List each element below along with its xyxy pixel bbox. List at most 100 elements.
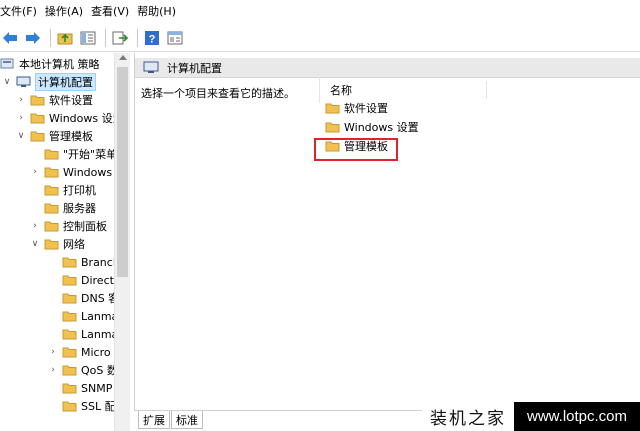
column-separator[interactable] (486, 81, 487, 99)
tree-item-branchcache[interactable]: Branch (62, 253, 120, 271)
chevron-right-icon[interactable]: › (48, 361, 58, 379)
tree-item-directaccess[interactable]: Direct (62, 271, 114, 289)
list-item-windows-settings[interactable]: Windows 设置 (325, 118, 419, 136)
export-list-icon[interactable] (110, 28, 130, 48)
tree-item-label: Windows 设置 (49, 112, 124, 125)
folder-icon (44, 203, 59, 214)
tree-item-label: Windows (63, 165, 113, 179)
tree-item-label: 管理模板 (49, 130, 93, 143)
details-header-title: 计算机配置 (167, 61, 222, 75)
tree-item-label: 控制面板 (63, 220, 107, 233)
tree-item-start-menu[interactable]: "开始"菜单 (44, 145, 117, 163)
folder-icon (44, 185, 59, 196)
tree-scrollbar[interactable] (114, 53, 130, 431)
tree-item-printers[interactable]: 打印机 (44, 181, 96, 199)
menu-file[interactable]: 文件(F) (0, 0, 43, 24)
column-header-label: 名称 (330, 84, 352, 97)
folder-icon (62, 329, 77, 340)
chevron-right-icon[interactable]: › (30, 217, 40, 235)
tree-item-label: SSL 配 (81, 400, 116, 413)
menu-help[interactable]: 帮助(H) (135, 0, 182, 24)
chevron-right-icon[interactable]: › (16, 109, 26, 127)
highlight-annotation-box (314, 138, 398, 161)
folder-icon (62, 347, 77, 358)
tree-item-label: 计算机配置 (35, 73, 96, 91)
policy-icon (0, 58, 14, 69)
computer-icon (143, 61, 159, 73)
tree-item-dns-client[interactable]: DNS 客 (62, 289, 119, 307)
tree-item-snmp[interactable]: SNMP (62, 379, 112, 397)
description-text: 选择一个项目来查看它的描述。 (141, 87, 295, 100)
folder-icon (325, 122, 340, 133)
tree-item-label: 打印机 (63, 184, 96, 197)
chevron-right-icon[interactable]: › (30, 163, 40, 181)
tree-pane: 本地计算机 策略 ∨ 计算机配置 › 软件设置 › Windows 设置 ∨ 管… (0, 53, 130, 431)
folder-icon (62, 383, 77, 394)
tree-item-label: Direct (81, 273, 114, 287)
folder-icon (30, 131, 45, 142)
watermark-right: www.lotpc.com (514, 402, 640, 431)
tree-item-computer-config[interactable]: ∨ 计算机配置 (2, 73, 96, 91)
chevron-down-icon[interactable]: ∨ (2, 73, 12, 91)
tree-item-windows-settings[interactable]: › Windows 设置 (16, 109, 124, 127)
chevron-down-icon[interactable]: ∨ (16, 127, 26, 145)
chevron-down-icon[interactable]: ∨ (30, 235, 40, 253)
tree-root-label: 本地计算机 策略 (19, 58, 100, 71)
tree-item-label: QoS 数 (81, 364, 118, 377)
list-item-label: 软件设置 (344, 102, 388, 115)
tree-item-software-settings[interactable]: › 软件设置 (16, 91, 93, 109)
details-pane: 计算机配置 选择一个项目来查看它的描述。 名称 软件设置 Windows 设置 … (134, 53, 640, 410)
tree-item-label: 软件设置 (49, 94, 93, 107)
tree-item-control-panel[interactable]: › 控制面板 (30, 217, 107, 235)
tree-item-label: 网络 (63, 238, 85, 251)
folder-icon (62, 311, 77, 322)
menu-bar: 文件(F) 操作(A) 查看(V) 帮助(H) (0, 0, 640, 24)
tree-item-network[interactable]: ∨ 网络 (30, 235, 85, 253)
tab-extended[interactable]: 扩展 (138, 411, 170, 429)
chevron-right-icon[interactable]: › (48, 343, 58, 361)
menu-view[interactable]: 查看(V) (89, 0, 135, 24)
tree-item-admin-templates[interactable]: ∨ 管理模板 (16, 127, 93, 145)
show-hide-tree-icon[interactable] (78, 28, 98, 48)
chevron-right-icon[interactable]: › (16, 91, 26, 109)
tree-item-label: Lanma (81, 309, 119, 323)
up-folder-icon[interactable] (55, 28, 75, 48)
tree-item-qos[interactable]: › QoS 数 (48, 361, 118, 379)
tree-root[interactable]: 本地计算机 策略 (0, 55, 100, 73)
list-item-software-settings[interactable]: 软件设置 (325, 99, 388, 117)
folder-icon (30, 95, 45, 106)
folder-icon (44, 239, 59, 250)
folder-icon (62, 275, 77, 286)
folder-icon (30, 113, 45, 124)
properties-icon[interactable] (165, 28, 185, 48)
folder-icon (62, 257, 77, 268)
computer-icon (16, 76, 31, 87)
scroll-up-arrow-icon[interactable] (119, 55, 127, 60)
watermark-left: 装机之家 (422, 402, 514, 431)
folder-icon (44, 221, 59, 232)
tree-item-server[interactable]: 服务器 (44, 199, 96, 217)
folder-icon (62, 293, 77, 304)
tree-item-lanman-2[interactable]: Lanma (62, 325, 118, 343)
back-arrow-icon[interactable] (0, 28, 20, 48)
toolbar-separator (105, 28, 106, 47)
scrollbar-thumb[interactable] (117, 67, 128, 277)
help-icon[interactable]: ? (142, 28, 162, 48)
tree-item-ssl[interactable]: SSL 配 (62, 397, 116, 415)
tree-item-microsoft[interactable]: › Micro (48, 343, 111, 361)
tree-item-label: Lanma (81, 327, 119, 341)
tree-item-label: SNMP (81, 381, 113, 395)
folder-icon (62, 401, 77, 412)
tree-item-label: "开始"菜单 (63, 148, 118, 161)
toolbar: ? (0, 24, 640, 52)
tab-standard[interactable]: 标准 (171, 411, 203, 429)
tree-item-label: Micro (81, 345, 111, 359)
folder-icon (62, 365, 77, 376)
tree-item-label: 服务器 (63, 202, 96, 215)
tree-item-lanman-1[interactable]: Lanma (62, 307, 118, 325)
toolbar-separator (50, 28, 51, 47)
folder-icon (44, 149, 59, 160)
tree-item-windows[interactable]: › Windows (30, 163, 112, 181)
forward-arrow-icon[interactable] (23, 28, 43, 48)
menu-action[interactable]: 操作(A) (43, 0, 89, 24)
